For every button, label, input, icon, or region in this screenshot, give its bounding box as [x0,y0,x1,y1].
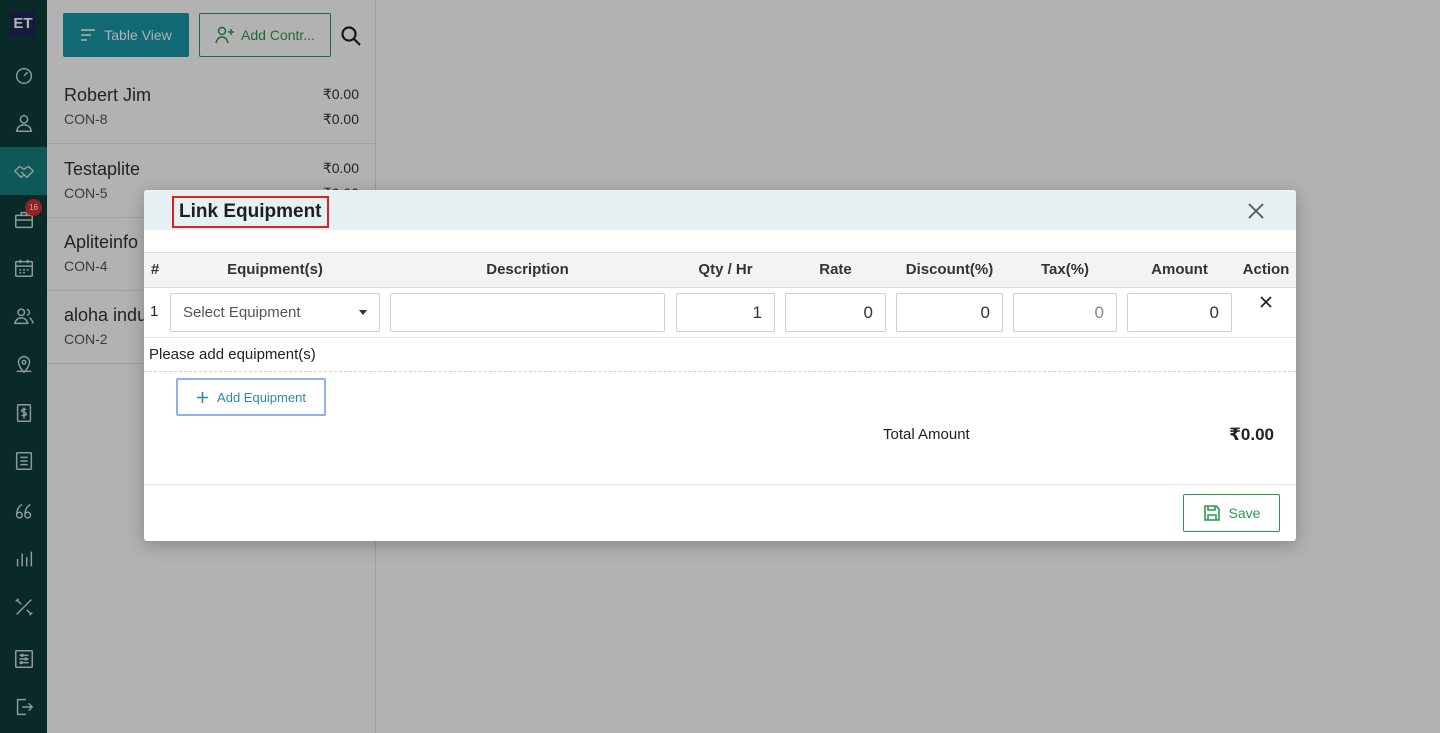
equipment-table-header: # Equipment(s) Description Qty / Hr Rate… [144,252,1296,288]
save-button[interactable]: Save [1183,494,1280,532]
total-amount-value: ₹0.00 [1229,425,1274,444]
equipment-select[interactable]: Select Equipment [170,293,380,332]
column-header-description: Description [486,261,569,278]
dialog-title: Link Equipment [172,196,329,228]
validation-message: Please add equipment(s) [149,346,316,363]
tax-input[interactable]: 0 [1013,293,1117,332]
dialog-header: Link Equipment [144,190,1296,230]
equipment-select-placeholder: Select Equipment [183,304,301,321]
rate-input[interactable]: 0 [785,293,886,332]
description-input[interactable] [390,293,665,332]
column-header-number: # [150,261,160,278]
amount-input[interactable]: 0 [1127,293,1232,332]
caret-down-icon [359,310,367,315]
add-equipment-button[interactable]: Add Equipment [176,378,326,416]
column-header-equipment: Equipment(s) [227,261,323,278]
link-equipment-dialog: Link Equipment # Equipment(s) Descriptio… [144,190,1296,541]
add-equipment-label: Add Equipment [217,389,306,405]
close-button[interactable] [1246,201,1266,226]
discount-input[interactable]: 0 [896,293,1003,332]
row-number: 1 [150,303,159,320]
total-amount-label: Total Amount [883,426,970,443]
column-header-amount: Amount [1151,261,1208,278]
footer-divider [144,484,1296,485]
column-header-tax: Tax(%) [1040,261,1090,278]
column-header-qty: Qty / Hr [698,261,753,278]
close-icon [1260,296,1272,308]
plus-icon [197,391,209,403]
column-header-discount: Discount(%) [905,261,994,278]
row-divider [144,337,1296,338]
save-label: Save [1228,505,1261,521]
column-header-action: Action [1242,261,1290,278]
save-icon [1203,505,1220,521]
dashed-divider [144,371,1296,372]
qty-input[interactable]: 1 [676,293,775,332]
remove-row-button[interactable] [1259,295,1273,314]
close-icon [1248,203,1264,219]
column-header-rate: Rate [819,261,852,278]
